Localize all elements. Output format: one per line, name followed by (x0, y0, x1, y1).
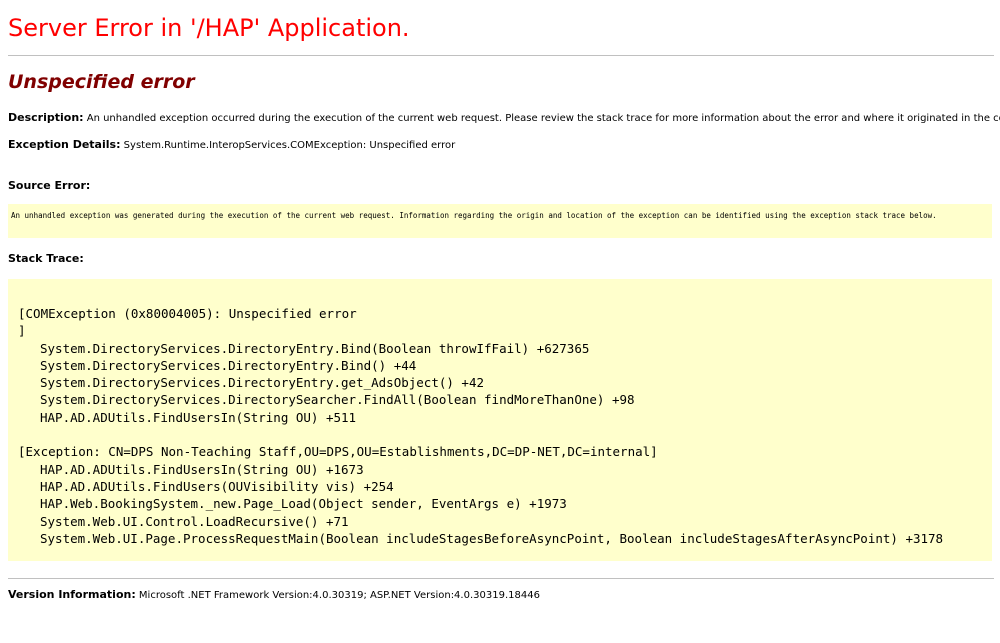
stack-trace-label: Stack Trace: (8, 252, 84, 265)
version-information-text: Microsoft .NET Framework Version:4.0.303… (138, 590, 540, 601)
stack-trace-line: [COMException (0x80004005): Unspecified … (18, 306, 357, 321)
stack-trace-line: System.DirectoryServices.DirectorySearch… (40, 392, 635, 408)
top-divider (8, 55, 994, 56)
stack-trace-box: [COMException (0x80004005): Unspecified … (8, 279, 992, 561)
stack-trace-line: [Exception: CN=DPS Non-Teaching Staff,OU… (18, 444, 658, 460)
stack-trace-line: System.DirectoryServices.DirectoryEntry.… (40, 375, 485, 391)
exception-details-label: Exception Details: (8, 138, 121, 151)
bottom-divider (8, 578, 994, 579)
stack-trace-line: System.Web.UI.Page.ProcessRequestMain(Bo… (40, 530, 944, 546)
source-error-box: An unhandled exception was generated dur… (8, 204, 992, 238)
stack-trace-line: HAP.AD.ADUtils.FindUsersIn(String OU) +1… (40, 461, 364, 477)
stack-trace-line: HAP.AD.ADUtils.FindUsersIn(String OU) +5… (40, 409, 357, 425)
exception-details-line: Exception Details: System.Runtime.Intero… (8, 138, 455, 151)
source-error-text: An unhandled exception was generated dur… (11, 211, 937, 220)
stack-trace-spacer (18, 426, 992, 443)
page-title: Server Error in '/HAP' Application. (8, 14, 410, 42)
description-line: Description: An unhandled exception occu… (8, 111, 1000, 124)
stack-trace-line: HAP.AD.ADUtils.FindUsers(OUVisibility vi… (40, 478, 394, 494)
stack-trace-line: System.DirectoryServices.DirectoryEntry.… (40, 357, 417, 373)
version-information-line: Version Information: Microsoft .NET Fram… (8, 588, 540, 601)
stack-trace-line: ] (18, 323, 26, 339)
source-error-label: Source Error: (8, 179, 91, 192)
stack-trace-line: System.Web.UI.Control.LoadRecursive() +7… (40, 513, 349, 529)
description-text: An unhandled exception occurred during t… (86, 113, 1000, 124)
exception-details-text: System.Runtime.InteropServices.COMExcept… (123, 140, 456, 151)
version-information-label: Version Information: (8, 588, 136, 601)
stack-trace-line: System.DirectoryServices.DirectoryEntry.… (40, 340, 590, 356)
error-heading: Unspecified error (8, 71, 195, 93)
stack-trace-line: HAP.Web.BookingSystem._new.Page_Load(Obj… (40, 496, 567, 512)
description-label: Description: (8, 111, 84, 124)
